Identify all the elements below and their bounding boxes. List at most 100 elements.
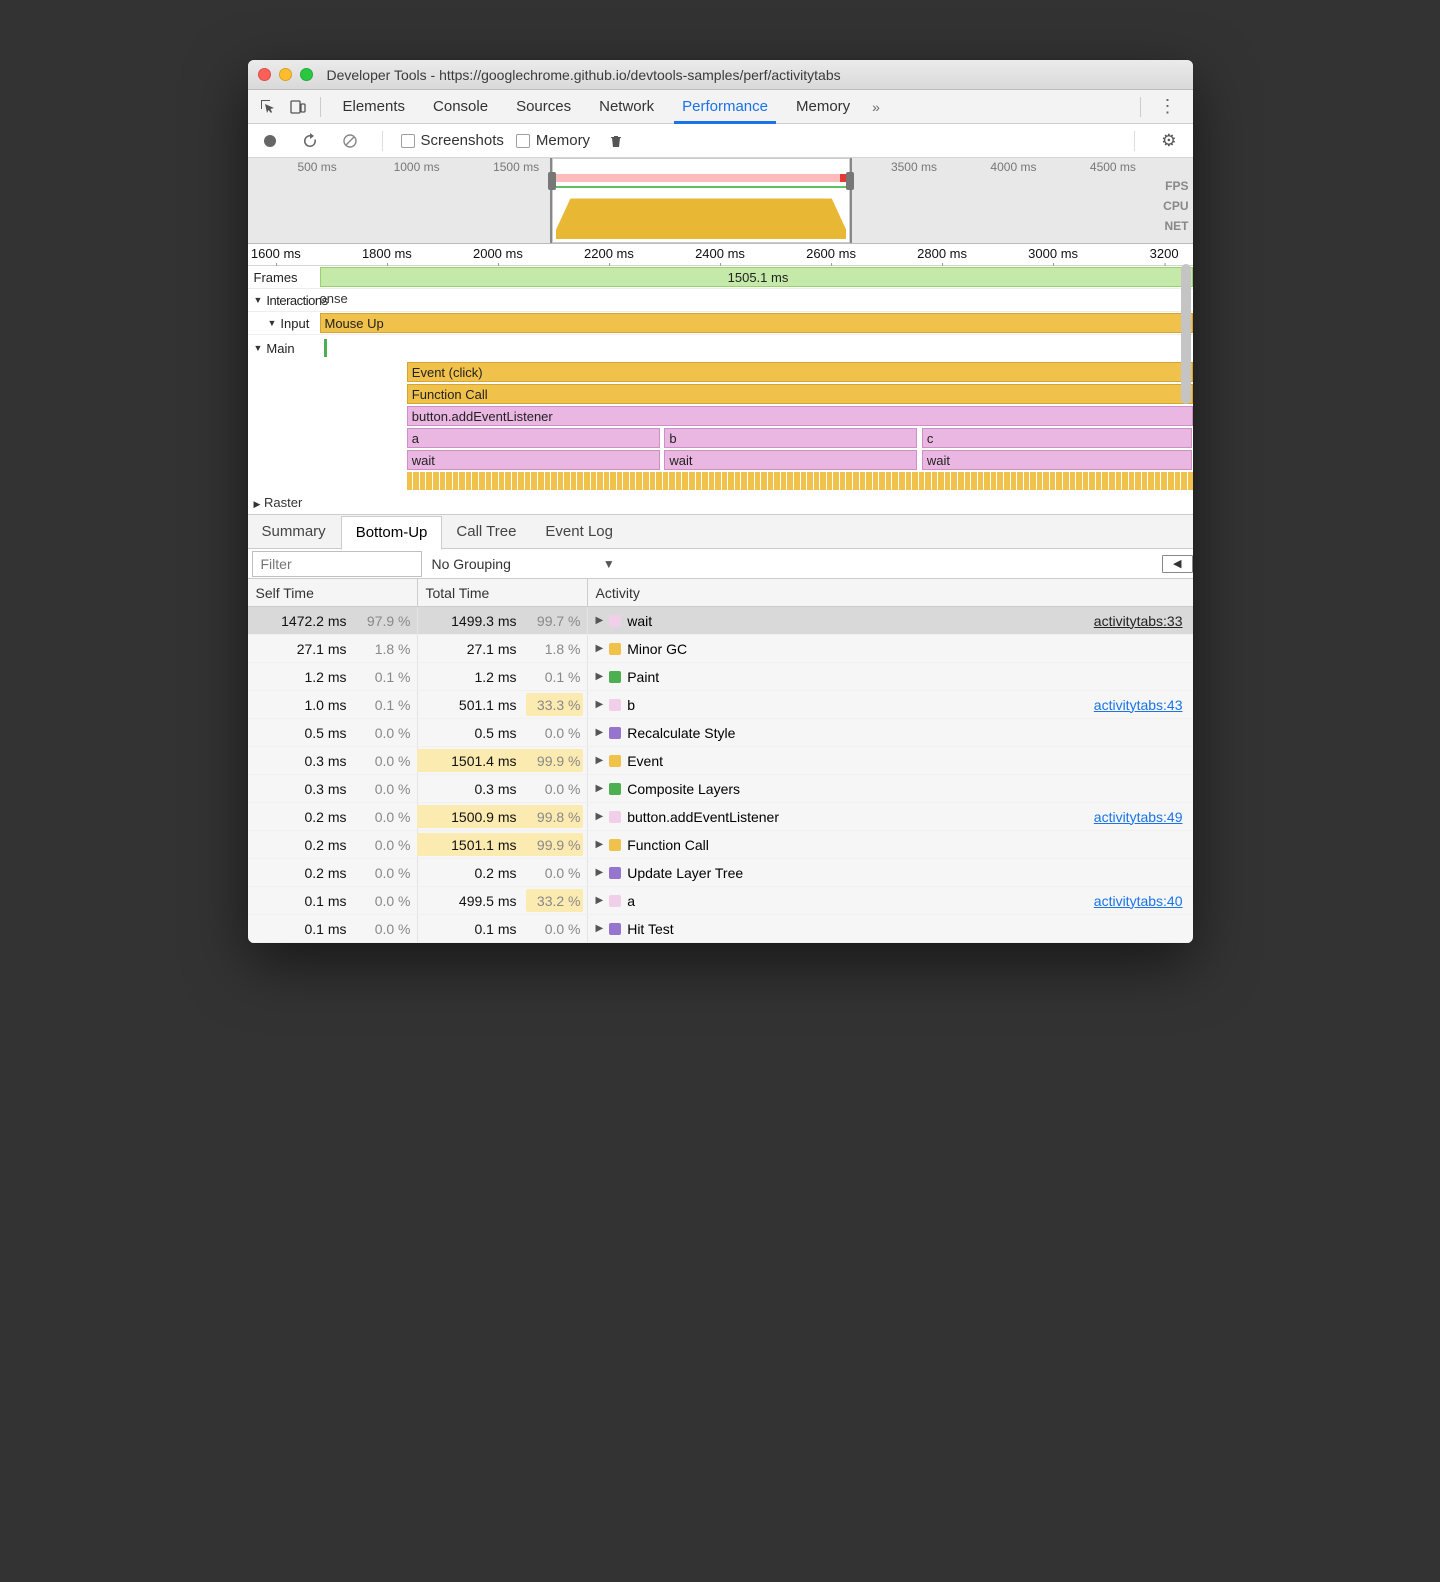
flame-bar[interactable]: wait — [407, 450, 660, 470]
settings-gear-icon[interactable]: ⚙ — [1153, 131, 1184, 151]
tab-elements[interactable]: Elements — [329, 90, 420, 124]
table-row[interactable]: 1472.2 ms97.9 %1499.3 ms99.7 %▶waitactiv… — [248, 607, 1193, 635]
activity-color-swatch — [609, 755, 621, 767]
overview-selection[interactable] — [550, 158, 852, 243]
flame-bar[interactable]: wait — [922, 450, 1193, 470]
total-time-value: 1501.1 ms — [437, 837, 517, 853]
expand-icon[interactable]: ▶ — [596, 783, 604, 794]
overview-minimap[interactable]: 500 ms1000 ms1500 ms2000 ms2500 ms3000 m… — [248, 158, 1193, 244]
table-row[interactable]: 0.2 ms0.0 %1500.9 ms99.8 %▶button.addEve… — [248, 803, 1193, 831]
screenshots-checkbox[interactable]: Screenshots — [401, 132, 504, 149]
table-row[interactable]: 0.1 ms0.0 %499.5 ms33.2 %▶aactivitytabs:… — [248, 887, 1193, 915]
source-link[interactable]: activitytabs:40 — [1094, 893, 1183, 909]
expand-icon[interactable]: ▶ — [596, 923, 604, 934]
selection-handle-right[interactable] — [846, 172, 854, 190]
expand-icon[interactable]: ▶ — [596, 811, 604, 822]
col-activity[interactable]: Activity — [588, 579, 1193, 606]
more-menu-icon[interactable]: ⋮ — [1149, 96, 1187, 117]
input-track-label[interactable]: ▼Input — [248, 312, 320, 334]
record-button[interactable] — [256, 128, 284, 154]
flame-bar[interactable]: wait — [664, 450, 917, 470]
tab-sources[interactable]: Sources — [502, 90, 585, 124]
table-row[interactable]: 0.5 ms0.0 %0.5 ms0.0 %▶Recalculate Style — [248, 719, 1193, 747]
col-total-time[interactable]: Total Time — [418, 579, 588, 606]
expand-icon[interactable]: ▶ — [596, 867, 604, 878]
reload-record-button[interactable] — [296, 128, 324, 154]
table-row[interactable]: 0.2 ms0.0 %0.2 ms0.0 %▶Update Layer Tree — [248, 859, 1193, 887]
overview-track-labels: FPS CPU NET — [1163, 176, 1188, 236]
interactions-track-label[interactable]: ▼Interactions — [248, 289, 320, 311]
tab-console[interactable]: Console — [419, 90, 502, 124]
source-link[interactable]: activitytabs:49 — [1094, 809, 1183, 825]
self-time-pct: 0.0 % — [353, 725, 411, 741]
expand-icon[interactable]: ▶ — [596, 895, 604, 906]
device-toolbar-icon[interactable] — [284, 94, 312, 120]
clear-button[interactable] — [336, 128, 364, 154]
interactions-track: ▼Interactions onse — [248, 289, 1193, 312]
flame-bar[interactable]: b — [664, 428, 917, 448]
expand-icon[interactable]: ▶ — [596, 643, 604, 654]
main-track-label[interactable]: ▼Main — [248, 335, 320, 361]
activity-color-swatch — [609, 783, 621, 795]
flame-bar[interactable]: Event (click) — [407, 362, 1193, 382]
table-row[interactable]: 0.3 ms0.0 %0.3 ms0.0 %▶Composite Layers — [248, 775, 1193, 803]
total-time-value: 501.1 ms — [437, 697, 517, 713]
activity-name: Function Call — [627, 837, 709, 853]
flame-scroll-thumb[interactable] — [1181, 244, 1191, 514]
expand-icon[interactable]: ▶ — [596, 615, 604, 626]
grouping-select[interactable]: No Grouping▼ — [432, 556, 615, 572]
raster-track-label[interactable]: ▶ Raster — [248, 491, 1193, 514]
detail-tab-summary[interactable]: Summary — [248, 515, 341, 549]
timeline-tick: 2800 ms — [917, 246, 967, 261]
titlebar: Developer Tools - https://googlechrome.g… — [248, 60, 1193, 90]
zoom-window-button[interactable] — [300, 68, 313, 81]
source-link[interactable]: activitytabs:33 — [1094, 613, 1183, 629]
expand-icon[interactable]: ▶ — [596, 839, 604, 850]
total-time-value: 0.2 ms — [437, 865, 517, 881]
toggle-detail-sidebar-icon[interactable]: ◀ — [1162, 555, 1192, 573]
expand-icon[interactable]: ▶ — [596, 671, 604, 682]
inspect-element-icon[interactable] — [254, 94, 282, 120]
col-self-time[interactable]: Self Time — [248, 579, 418, 606]
filter-input[interactable] — [252, 551, 422, 577]
expand-icon[interactable]: ▶ — [596, 727, 604, 738]
separator — [1140, 97, 1141, 117]
self-time-value: 0.3 ms — [267, 781, 347, 797]
table-row[interactable]: 27.1 ms1.8 %27.1 ms1.8 %▶Minor GC — [248, 635, 1193, 663]
flame-bar[interactable]: button.addEventListener — [407, 406, 1193, 426]
table-row[interactable]: 1.0 ms0.1 %501.1 ms33.3 %▶bactivitytabs:… — [248, 691, 1193, 719]
memory-checkbox[interactable]: Memory — [516, 132, 590, 149]
flame-bar[interactable]: c — [922, 428, 1193, 448]
table-row[interactable]: 0.3 ms0.0 %1501.4 ms99.9 %▶Event — [248, 747, 1193, 775]
trash-icon[interactable] — [602, 128, 630, 154]
table-row[interactable]: 1.2 ms0.1 %1.2 ms0.1 %▶Paint — [248, 663, 1193, 691]
tab-memory[interactable]: Memory — [782, 90, 864, 124]
tab-performance[interactable]: Performance — [668, 90, 782, 124]
flame-bar[interactable]: Function Call — [407, 384, 1193, 404]
table-row[interactable]: 0.1 ms0.0 %0.1 ms0.0 %▶Hit Test — [248, 915, 1193, 943]
tabs-overflow-icon[interactable]: » — [872, 99, 880, 115]
activity-color-swatch — [609, 923, 621, 935]
detail-tab-bottom-up[interactable]: Bottom-Up — [341, 516, 443, 550]
activity-name: Recalculate Style — [627, 725, 735, 741]
self-time-value: 0.3 ms — [267, 753, 347, 769]
selection-handle-left[interactable] — [548, 172, 556, 190]
expand-icon[interactable]: ▶ — [596, 699, 604, 710]
input-mouseup-bar[interactable]: Mouse Up — [320, 313, 1193, 333]
activity-color-swatch — [609, 867, 621, 879]
total-time-value: 1499.3 ms — [437, 613, 517, 629]
tab-network[interactable]: Network — [585, 90, 668, 124]
expand-icon[interactable]: ▶ — [596, 755, 604, 766]
frame-bar[interactable]: 1505.1 ms — [320, 267, 1193, 287]
detail-tab-call-tree[interactable]: Call Tree — [442, 515, 531, 549]
source-link[interactable]: activitytabs:43 — [1094, 697, 1183, 713]
flame-chart[interactable]: 1600 ms1800 ms2000 ms2200 ms2400 ms2600 … — [248, 244, 1193, 515]
close-window-button[interactable] — [258, 68, 271, 81]
timeline-ruler: 1600 ms1800 ms2000 ms2200 ms2400 ms2600 … — [248, 244, 1193, 266]
detail-tab-event-log[interactable]: Event Log — [531, 515, 628, 549]
total-time-value: 0.3 ms — [437, 781, 517, 797]
flame-bar[interactable]: a — [407, 428, 660, 448]
minimize-window-button[interactable] — [279, 68, 292, 81]
table-row[interactable]: 0.2 ms0.0 %1501.1 ms99.9 %▶Function Call — [248, 831, 1193, 859]
devtools-window: Developer Tools - https://googlechrome.g… — [248, 60, 1193, 943]
